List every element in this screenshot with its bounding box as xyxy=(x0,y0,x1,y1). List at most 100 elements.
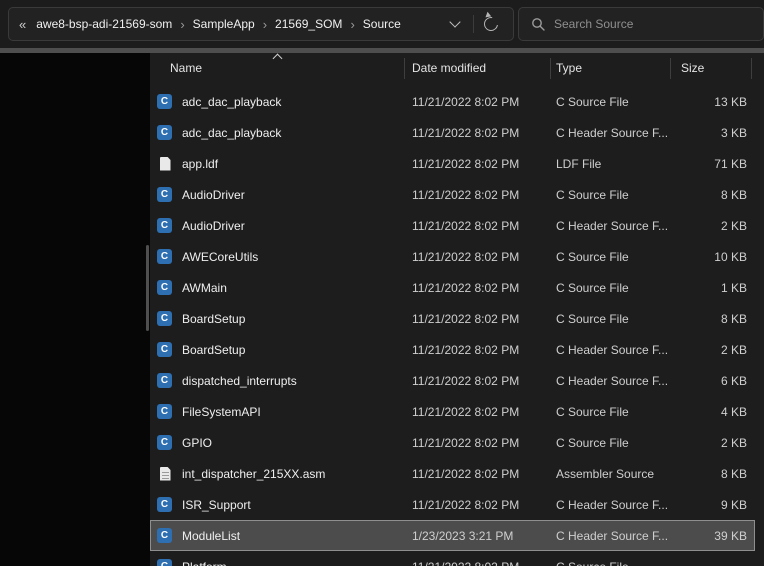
file-name-cell: CBoardSetup xyxy=(150,311,405,326)
breadcrumb-separator-icon: › xyxy=(257,17,273,32)
column-header-date-modified[interactable]: Date modified xyxy=(405,53,551,83)
c-file-icon: C xyxy=(157,528,172,543)
file-type: C Header Source F... xyxy=(551,126,671,140)
file-row[interactable]: int_dispatcher_215XX.asm 11/21/2022 8:02 … xyxy=(150,458,755,489)
refresh-icon[interactable] xyxy=(481,14,500,33)
c-file-icon: C xyxy=(157,280,172,295)
file-date-modified: 11/21/2022 8:02 PM xyxy=(405,157,551,171)
file-name: int_dispatcher_215XX.asm xyxy=(182,467,325,481)
column-header-size[interactable]: Size xyxy=(671,53,752,83)
navigation-pane-scrollbar[interactable] xyxy=(146,245,149,331)
file-type: C Source File xyxy=(551,250,671,264)
file-row[interactable]: Cadc_dac_playback11/21/2022 8:02 PMC Sou… xyxy=(150,86,755,117)
file-type: C Source File xyxy=(551,281,671,295)
file-size: 39 KB xyxy=(671,529,755,543)
file-name: dispatched_interrupts xyxy=(182,374,297,388)
file-name: Platform xyxy=(182,560,227,566)
file-name: AWMain xyxy=(182,281,227,295)
file-date-modified: 11/21/2022 8:02 PM xyxy=(405,405,551,419)
file-row[interactable]: CPlatform11/21/2022 8:02 PMC Source File xyxy=(150,551,755,566)
file-size: 2 KB xyxy=(671,219,755,233)
breadcrumb-item-root[interactable]: awe8-bsp-adi-21569-som xyxy=(34,17,174,31)
file-size: 8 KB xyxy=(671,312,755,326)
file-date-modified: 11/21/2022 8:02 PM xyxy=(405,498,551,512)
column-headers: Name Date modified Type Size xyxy=(150,53,752,83)
file-type: C Source File xyxy=(551,95,671,109)
file-name-cell: C ModuleList xyxy=(150,528,405,543)
toolbar: « awe8-bsp-adi-21569-som › SampleApp › 2… xyxy=(0,0,764,48)
c-file-icon: C xyxy=(157,125,172,140)
navigation-pane xyxy=(0,53,150,566)
file-name: ModuleList xyxy=(182,529,240,543)
file-name-cell: CGPIO xyxy=(150,435,405,450)
file-date-modified: 11/21/2022 8:02 PM xyxy=(405,250,551,264)
c-file-icon: C xyxy=(157,435,172,450)
c-file-icon: C xyxy=(157,497,172,512)
file-name-cell: C AudioDriver xyxy=(150,218,405,233)
file-type: C Source File xyxy=(551,405,671,419)
file-date-modified: 11/21/2022 8:02 PM xyxy=(405,436,551,450)
file-name: adc_dac_playback xyxy=(182,95,281,109)
c-file-icon: C xyxy=(157,218,172,233)
file-size: 2 KB xyxy=(671,436,755,450)
search-icon xyxy=(531,17,545,31)
file-date-modified: 11/21/2022 8:02 PM xyxy=(405,188,551,202)
file-row[interactable]: CAWECoreUtils11/21/2022 8:02 PMC Source … xyxy=(150,241,755,272)
breadcrumb-item-sampleapp[interactable]: SampleApp xyxy=(191,17,257,31)
asm-file-icon xyxy=(157,466,173,482)
file-row[interactable]: CBoardSetup11/21/2022 8:02 PMC Header So… xyxy=(150,334,755,365)
file-row[interactable]: CFileSystemAPI11/21/2022 8:02 PMC Source… xyxy=(150,396,755,427)
file-row[interactable]: CBoardSetup11/21/2022 8:02 PMC Source Fi… xyxy=(150,303,755,334)
column-header-size-label: Size xyxy=(681,61,704,75)
file-name-cell: CFileSystemAPI xyxy=(150,404,405,419)
file-row[interactable]: Cadc_dac_playback11/21/2022 8:02 PMC Hea… xyxy=(150,117,755,148)
file-name-cell: Cadc_dac_playback xyxy=(150,94,405,109)
search-input[interactable]: Search Source xyxy=(554,17,633,31)
file-list: Cadc_dac_playback11/21/2022 8:02 PMC Sou… xyxy=(150,86,764,566)
file-row[interactable]: CAudioDriver11/21/2022 8:02 PMC Header S… xyxy=(150,210,755,241)
file-row[interactable]: CISR_Support11/21/2022 8:02 PMC Header S… xyxy=(150,489,755,520)
file-name: AWECoreUtils xyxy=(182,250,258,264)
breadcrumb-item-source[interactable]: Source xyxy=(361,17,403,31)
file-list-pane: Name Date modified Type Size Cadc_dac_pl… xyxy=(150,53,764,566)
file-type: C Header Source F... xyxy=(551,343,671,357)
file-name-cell: CAudioDriver xyxy=(150,187,405,202)
file-name: BoardSetup xyxy=(182,312,245,326)
file-name: AudioDriver xyxy=(182,219,245,233)
file-type: C Header Source F... xyxy=(551,374,671,388)
file-name: FileSystemAPI xyxy=(182,405,261,419)
file-row[interactable]: CAudioDriver11/21/2022 8:02 PMC Source F… xyxy=(150,179,755,210)
column-header-type-label: Type xyxy=(556,61,582,75)
sort-ascending-icon xyxy=(273,54,283,64)
file-type: C Header Source F... xyxy=(551,219,671,233)
file-name-cell: CISR_Support xyxy=(150,497,405,512)
file-name: AudioDriver xyxy=(182,188,245,202)
file-row[interactable]: Cdispatched_interrupts11/21/2022 8:02 PM… xyxy=(150,365,755,396)
file-type: C Source File xyxy=(551,560,671,566)
file-type: C Header Source F... xyxy=(551,498,671,512)
file-row[interactable]: CModuleList1/23/2023 3:21 PMC Header Sou… xyxy=(150,520,755,551)
file-name-cell: int_dispatcher_215XX.asm xyxy=(150,466,405,482)
column-header-date-label: Date modified xyxy=(412,61,486,75)
file-size: 6 KB xyxy=(671,374,755,388)
search-box[interactable]: Search Source xyxy=(518,7,764,41)
file-size: 8 KB xyxy=(671,467,755,481)
file-name-cell: CPlatform xyxy=(150,559,405,566)
file-date-modified: 11/21/2022 8:02 PM xyxy=(405,374,551,388)
file-date-modified: 11/21/2022 8:02 PM xyxy=(405,281,551,295)
address-bar[interactable]: « awe8-bsp-adi-21569-som › SampleApp › 2… xyxy=(8,7,514,41)
address-dropdown-icon[interactable] xyxy=(449,16,460,27)
file-row[interactable]: CAWMain11/21/2022 8:02 PMC Source File1 … xyxy=(150,272,755,303)
file-size: 2 KB xyxy=(671,343,755,357)
file-size: 3 KB xyxy=(671,126,755,140)
file-row[interactable]: CGPIO11/21/2022 8:02 PMC Source File2 KB xyxy=(150,427,755,458)
file-date-modified: 11/21/2022 8:02 PM xyxy=(405,467,551,481)
column-header-name[interactable]: Name xyxy=(150,53,405,83)
address-divider xyxy=(473,15,474,33)
file-row[interactable]: app.ldf11/21/2022 8:02 PMLDF File71 KB xyxy=(150,148,755,179)
breadcrumb-item-21569-som[interactable]: 21569_SOM xyxy=(273,17,344,31)
breadcrumb-overflow-icon[interactable]: « xyxy=(19,17,26,32)
file-name-cell: CAWECoreUtils xyxy=(150,249,405,264)
c-file-icon: C xyxy=(157,94,172,109)
column-header-type[interactable]: Type xyxy=(551,53,671,83)
